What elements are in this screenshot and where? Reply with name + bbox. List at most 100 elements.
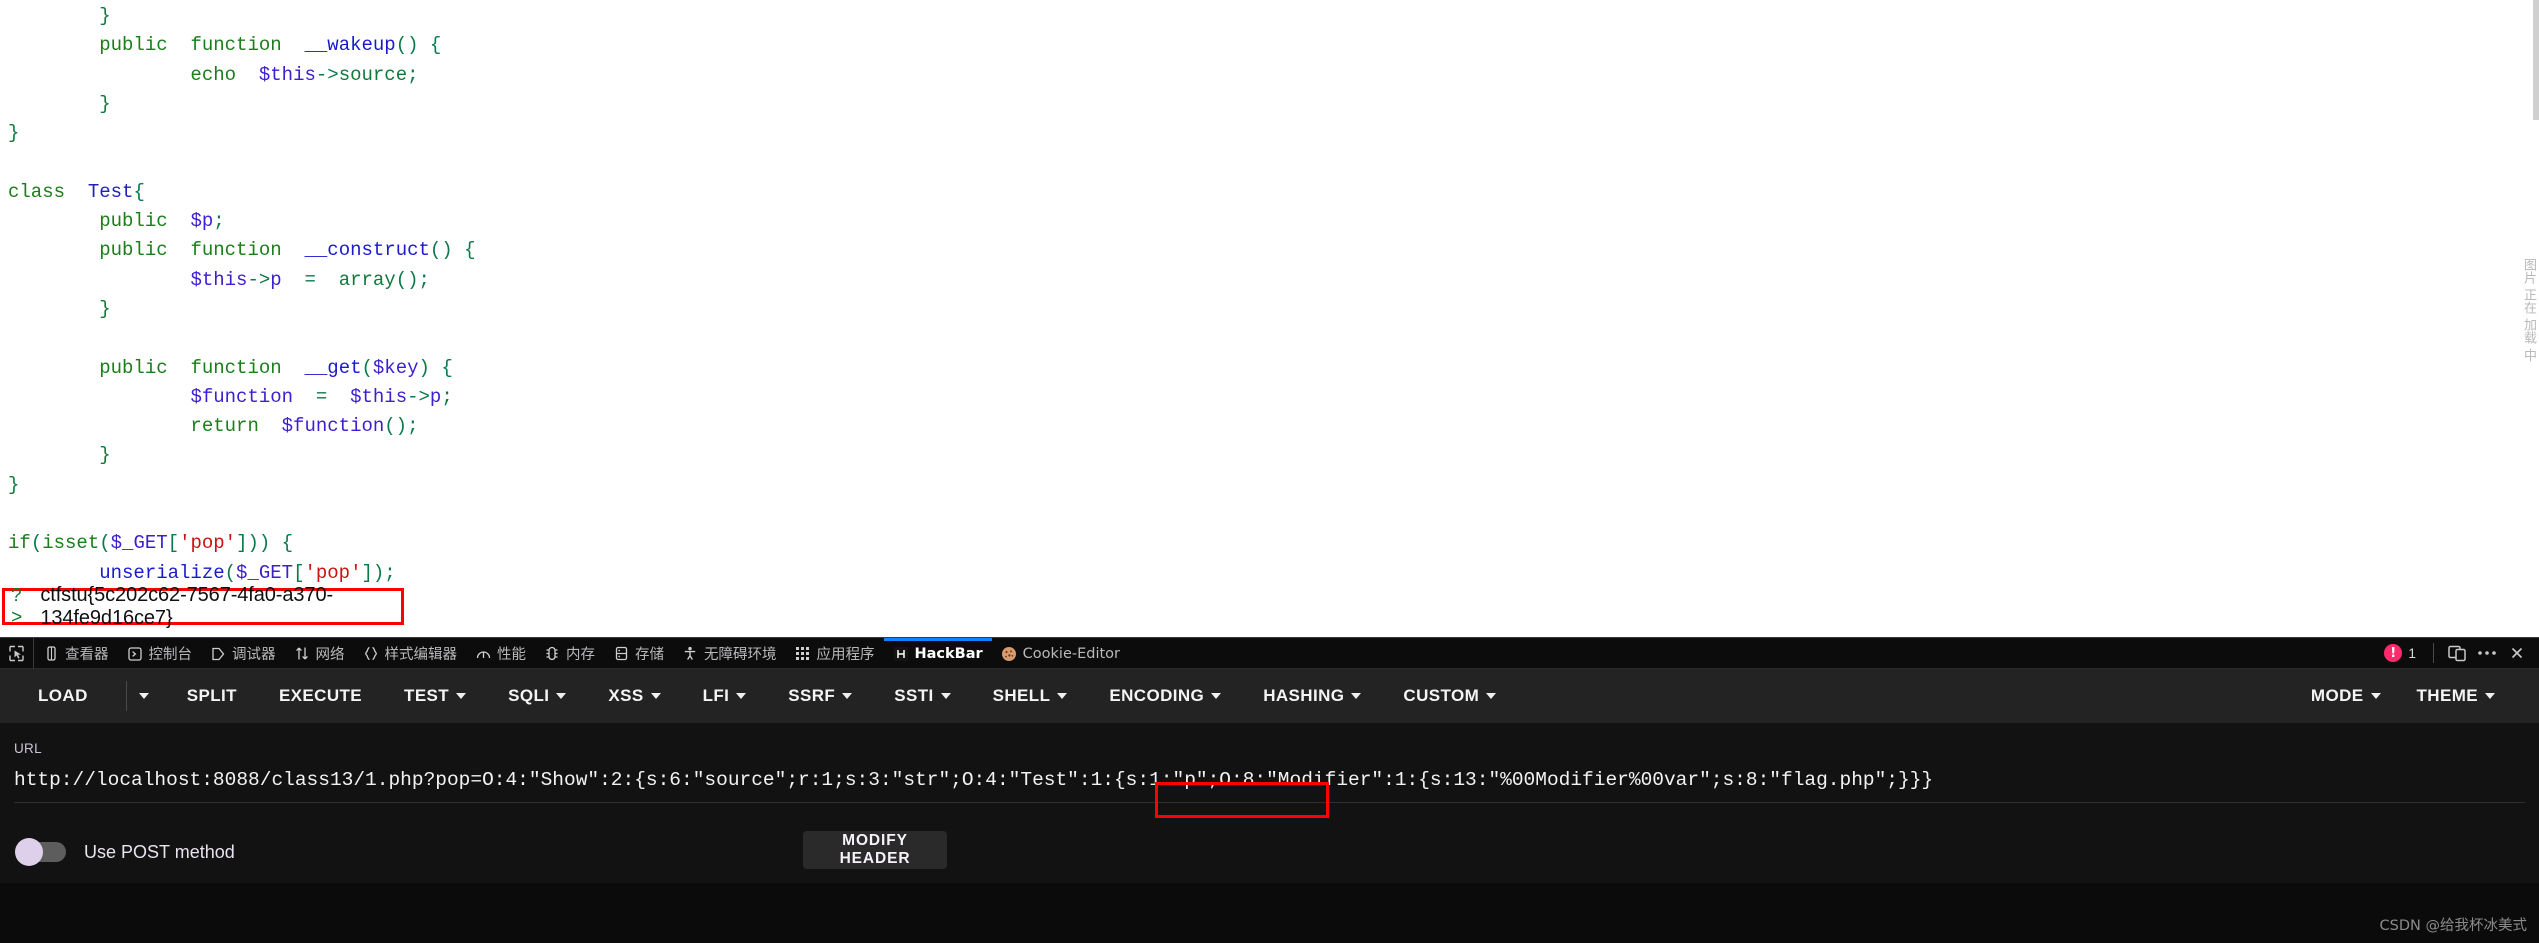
hackbar-menu-custom[interactable]: CUSTOM: [1399, 678, 1500, 714]
chevron-down-icon: [1211, 693, 1222, 699]
menu-label: SSRF: [788, 686, 836, 705]
tab-console[interactable]: 控制台: [118, 638, 202, 669]
tab-application[interactable]: 应用程序: [786, 638, 884, 669]
hackbar-menu-right: MODE THEME: [2307, 678, 2505, 714]
tab-label: 性能: [497, 647, 526, 663]
hackbar-menu-ssrf[interactable]: SSRF: [784, 678, 856, 714]
tab-network[interactable]: 网络: [285, 638, 354, 669]
menu-label: THEME: [2416, 686, 2478, 705]
hackbar-menu-sqli[interactable]: SQLI: [504, 678, 570, 714]
hackbar-controls-row: Use POST method MODIFY HEADER: [0, 821, 2539, 883]
tab-label: 查看器: [65, 647, 109, 663]
hackbar-menu-load[interactable]: LOAD: [34, 678, 92, 714]
responsive-design-mode-button[interactable]: [2443, 639, 2471, 667]
hackbar-menu-load-dropdown[interactable]: [125, 681, 161, 711]
menu-label: SPLIT: [186, 686, 237, 705]
tab-storage[interactable]: 存储: [604, 638, 673, 669]
devtools-panel: 查看器 控制台 调试器 网络 样式编辑器 性能 内存 存储 无障碍环境 应用程序…: [0, 637, 2539, 943]
hackbar-menu-lfi[interactable]: LFI: [699, 678, 751, 714]
toggle-knob: [15, 838, 43, 866]
element-picker-button[interactable]: [0, 638, 34, 669]
tab-label: HackBar: [914, 645, 983, 662]
hackbar-menu-hashing[interactable]: HASHING: [1259, 678, 1365, 714]
hackbar-menu-xss[interactable]: XSS: [604, 678, 664, 714]
use-post-method-label: Use POST method: [84, 841, 235, 862]
php-source-code: } public function __wakeup() { echo $thi…: [8, 5, 476, 613]
error-count: 1: [2408, 645, 2416, 661]
tab-label: 控制台: [148, 647, 193, 663]
hackbar-menu-theme[interactable]: THEME: [2413, 678, 2500, 714]
tab-hackbar[interactable]: HackBar: [883, 638, 992, 669]
console-icon: [127, 646, 143, 662]
menu-label: ENCODING: [1109, 686, 1205, 705]
tab-cookie-editor[interactable]: Cookie-Editor: [992, 638, 1129, 669]
chevron-down-icon: [940, 693, 951, 699]
menu-label: SQLI: [508, 686, 550, 705]
hackbar-menu-test[interactable]: TEST: [400, 678, 470, 714]
toolbar-divider: [2433, 643, 2434, 663]
menu-label: XSS: [608, 686, 644, 705]
tab-memory[interactable]: 内存: [535, 638, 604, 669]
accessibility-icon: [682, 646, 698, 662]
menu-label: SHELL: [992, 686, 1051, 705]
menu-label: TEST: [404, 686, 450, 705]
memory-icon: [544, 646, 560, 662]
hackbar-menu-mode[interactable]: MODE: [2307, 678, 2385, 714]
chevron-down-icon: [2485, 693, 2495, 699]
csdn-watermark: CSDN @给我杯冰美式: [2379, 918, 2527, 934]
menu-label: LFI: [702, 686, 730, 705]
error-icon: !: [2384, 644, 2403, 662]
tab-label: 应用程序: [816, 647, 875, 663]
menu-label: CUSTOM: [1403, 686, 1480, 705]
chevron-down-icon: [556, 693, 567, 699]
use-post-method-toggle[interactable]: [15, 838, 66, 866]
url-field-label: URL: [14, 741, 42, 756]
tab-inspector[interactable]: 查看器: [34, 638, 118, 669]
chevron-down-icon: [2370, 693, 2381, 699]
browser-page-content: } public function __wakeup() { echo $thi…: [0, 0, 2539, 637]
debugger-icon: [210, 646, 226, 662]
close-icon: [2511, 647, 2523, 659]
menu-label: MODE: [2310, 686, 2364, 705]
chevron-down-icon: [1057, 693, 1068, 699]
chevron-down-icon: [138, 693, 149, 699]
hackbar-icon: [893, 646, 909, 662]
tab-accessibility[interactable]: 无障碍环境: [673, 638, 786, 669]
network-icon: [294, 646, 310, 662]
devtools-toolbar-right: ! 1: [2376, 638, 2539, 668]
chevron-down-icon: [1351, 693, 1362, 699]
inspector-icon: [43, 646, 59, 662]
tab-style-editor[interactable]: 样式编辑器: [354, 638, 467, 669]
devtools-options-button[interactable]: [2473, 639, 2501, 667]
hackbar-menu-encoding[interactable]: ENCODING: [1105, 678, 1225, 714]
meatball-menu-icon: [2478, 651, 2496, 655]
use-post-method-control[interactable]: Use POST method: [15, 838, 235, 866]
menu-label: HASHING: [1263, 686, 1345, 705]
tab-debugger[interactable]: 调试器: [201, 638, 285, 669]
menu-label: LOAD: [38, 686, 88, 705]
tab-label: 无障碍环境: [704, 647, 777, 663]
tab-label: 样式编辑器: [384, 647, 458, 663]
hackbar-menu-execute[interactable]: EXECUTE: [275, 678, 366, 714]
url-input[interactable]: http://localhost:8088/class13/1.php?pop=…: [14, 769, 1933, 791]
element-picker-icon: [9, 645, 24, 662]
application-icon: [795, 646, 811, 662]
chevron-down-icon: [842, 693, 853, 699]
menu-label: SSTI: [894, 686, 934, 705]
tab-label: 网络: [315, 647, 345, 663]
page-scrollbar[interactable]: [2533, 0, 2539, 120]
tab-performance[interactable]: 性能: [466, 638, 535, 669]
error-count-badge[interactable]: ! 1: [2376, 644, 2424, 662]
performance-icon: [475, 646, 491, 662]
devtools-close-button[interactable]: [2503, 639, 2531, 667]
hackbar-menu-bar: LOAD SPLIT EXECUTE TEST SQLI XSS LFI SSR…: [0, 669, 2539, 723]
hackbar-menu-shell[interactable]: SHELL: [989, 678, 1072, 714]
flag-value: ctfstu{5c202c62-7567-4fa0-a370-134fe9d16…: [40, 583, 334, 629]
cookie-icon: [1001, 646, 1017, 662]
modify-header-button[interactable]: MODIFY HEADER: [803, 831, 947, 869]
hackbar-menu-ssti[interactable]: SSTI: [890, 678, 954, 714]
tab-label: 存储: [635, 647, 664, 663]
tab-label: 调试器: [232, 647, 276, 663]
hackbar-menu-split[interactable]: SPLIT: [183, 678, 241, 714]
chevron-down-icon: [1486, 693, 1497, 699]
